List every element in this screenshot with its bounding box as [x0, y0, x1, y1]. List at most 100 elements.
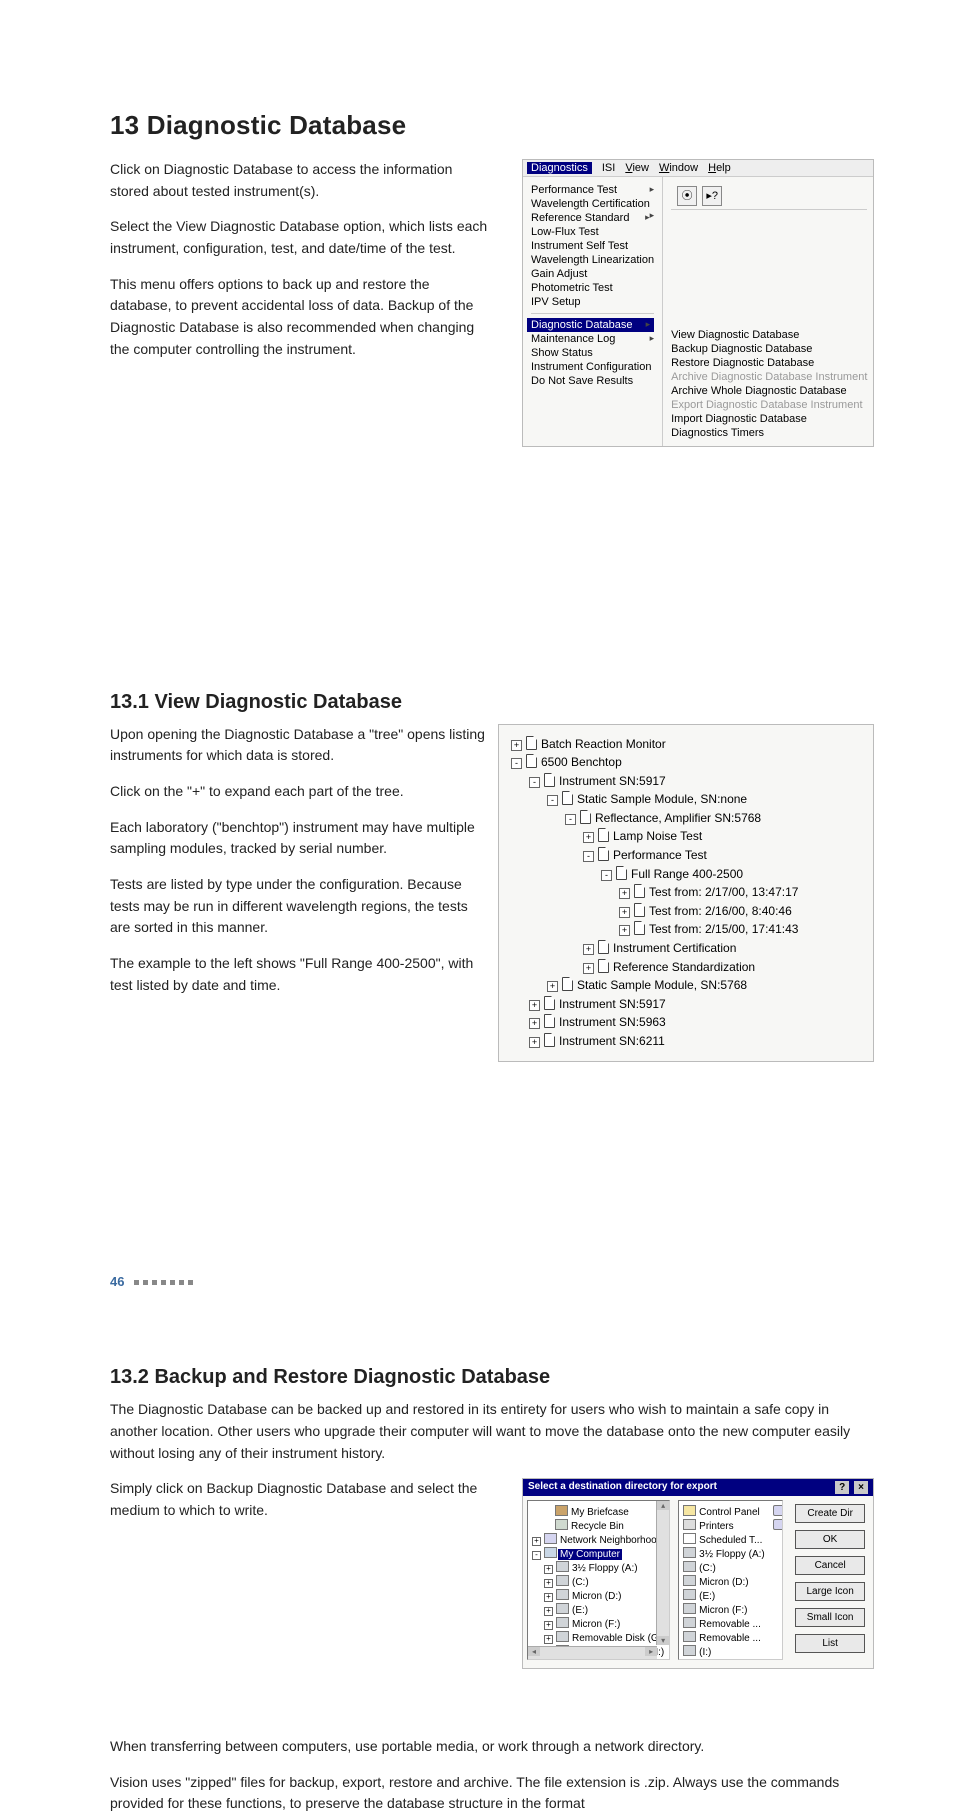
expand-toggle-icon[interactable]: +	[583, 963, 594, 974]
expand-toggle-icon[interactable]: +	[583, 832, 594, 843]
menu-item[interactable]: Diagnostics Timers	[671, 426, 867, 440]
toolbar-stop-icon[interactable]: ⦿	[677, 186, 697, 206]
folder-tree-item[interactable]: -My Computer	[532, 1547, 665, 1561]
list-item[interactable]: (I:)	[683, 1645, 765, 1659]
expand-toggle-icon[interactable]: +	[619, 888, 630, 899]
expand-toggle-icon[interactable]: +	[544, 1607, 553, 1616]
tree-node[interactable]: -Full Range 400-2500	[511, 865, 861, 884]
list-item[interactable]: (E:)	[683, 1589, 765, 1603]
list-item[interactable]: (K:)	[773, 1505, 784, 1519]
menu-help[interactable]: Help	[708, 162, 731, 174]
expand-toggle-icon[interactable]: +	[583, 944, 594, 955]
menu-item[interactable]: Show Status	[531, 346, 654, 360]
menu-item[interactable]: Performance Test	[531, 183, 654, 197]
menu-window[interactable]: Window	[659, 162, 698, 174]
tree-node[interactable]: +Instrument SN:6211	[511, 1032, 861, 1051]
menu-item[interactable]: Instrument Configuration	[531, 360, 654, 374]
menu-item[interactable]: Instrument Self Test	[531, 239, 654, 253]
expand-toggle-icon[interactable]: -	[583, 851, 594, 862]
menu-item[interactable]: Wavelength Certification	[531, 197, 654, 211]
menu-item[interactable]: Maintenance Log	[531, 332, 654, 346]
menu-item[interactable]: Wavelength Linearization	[531, 253, 654, 267]
tree-node[interactable]: +Test from: 2/15/00, 17:41:43	[511, 920, 861, 939]
dialog-mid-list[interactable]: Control PanelPrintersScheduled T...3½ Fl…	[678, 1500, 783, 1660]
tree-node[interactable]: +Static Sample Module, SN:5768	[511, 976, 861, 995]
menu-diagnostics[interactable]: Diagnostics	[527, 162, 592, 174]
list-item[interactable]: Removable ...	[683, 1617, 765, 1631]
menu-item[interactable]: Diagnostic Database	[527, 318, 654, 332]
folder-tree-item[interactable]: +Micron (D:)	[532, 1589, 665, 1603]
tree-node[interactable]: +Lamp Noise Test	[511, 827, 861, 846]
folder-tree-item[interactable]: +3½ Floppy (A:)	[532, 1561, 665, 1575]
tree-node[interactable]: -Performance Test	[511, 846, 861, 865]
expand-toggle-icon[interactable]: -	[529, 777, 540, 788]
menu-item[interactable]: Restore Diagnostic Database	[671, 356, 867, 370]
expand-toggle-icon[interactable]: +	[529, 1018, 540, 1029]
menu-item[interactable]: IPV Setup	[531, 295, 654, 309]
list-item[interactable]: Removable ...	[683, 1631, 765, 1645]
expand-toggle-icon[interactable]: +	[544, 1593, 553, 1602]
expand-toggle-icon[interactable]: -	[565, 814, 576, 825]
tree-node[interactable]: -Static Sample Module, SN:none	[511, 790, 861, 809]
expand-toggle-icon[interactable]: +	[544, 1635, 553, 1644]
list-item[interactable]: Printers	[683, 1519, 765, 1533]
expand-toggle-icon[interactable]: +	[619, 925, 630, 936]
folder-tree-item[interactable]: +Network Neighborhood	[532, 1533, 665, 1547]
list-item[interactable]: Scheduled T...	[683, 1533, 765, 1547]
tree-node[interactable]: +Instrument SN:5963	[511, 1013, 861, 1032]
menu-item[interactable]: Reference Standard	[531, 211, 654, 225]
expand-toggle-icon[interactable]: +	[511, 740, 522, 751]
folder-tree-item[interactable]: +(C:)	[532, 1575, 665, 1589]
expand-toggle-icon[interactable]: +	[529, 1000, 540, 1011]
menu-item[interactable]: Photometric Test	[531, 281, 654, 295]
folder-tree-item[interactable]: My Briefcase	[532, 1505, 665, 1519]
folder-tree-item[interactable]: +Removable Disk (G:)	[532, 1631, 665, 1645]
list-item[interactable]: (J:)	[683, 1659, 765, 1660]
list-item[interactable]: 3½ Floppy (A:)	[683, 1547, 765, 1561]
list-item[interactable]: Marketing on ...	[773, 1519, 784, 1533]
titlebar-help-icon[interactable]: ?	[835, 1481, 849, 1494]
expand-toggle-icon[interactable]: -	[601, 870, 612, 881]
menu-item[interactable]: Import Diagnostic Database	[671, 412, 867, 426]
tree-node[interactable]: +Batch Reaction Monitor	[511, 735, 861, 754]
menu-item[interactable]: Low-Flux Test	[531, 225, 654, 239]
tree-node[interactable]: +Test from: 2/17/00, 13:47:17	[511, 883, 861, 902]
scrollbar-vertical[interactable]	[656, 1501, 669, 1645]
expand-toggle-icon[interactable]: +	[547, 981, 558, 992]
list-item[interactable]: (C:)	[683, 1561, 765, 1575]
expand-toggle-icon[interactable]: +	[544, 1579, 553, 1588]
tree-node[interactable]: +Instrument SN:5917	[511, 995, 861, 1014]
tree-node[interactable]: +Reference Standardization	[511, 958, 861, 977]
folder-tree-item[interactable]: +(I:)	[532, 1659, 665, 1660]
menu-item[interactable]: Gain Adjust	[531, 267, 654, 281]
expand-toggle-icon[interactable]: -	[532, 1551, 541, 1560]
list-item[interactable]: Control Panel	[683, 1505, 765, 1519]
list-item[interactable]: Micron (F:)	[683, 1603, 765, 1617]
dialog-left-tree[interactable]: My BriefcaseRecycle Bin+Network Neighbor…	[527, 1500, 670, 1660]
menu-item[interactable]: Archive Whole Diagnostic Database	[671, 384, 867, 398]
dialog-button[interactable]: Create Dir	[795, 1504, 865, 1523]
menu-item[interactable]: Export Diagnostic Database Instrument	[671, 398, 867, 412]
titlebar-close-icon[interactable]: ×	[854, 1481, 868, 1494]
tree-node[interactable]: -Reflectance, Amplifier SN:5768	[511, 809, 861, 828]
menu-item[interactable]: Do Not Save Results	[531, 374, 654, 388]
toolbar-help-icon[interactable]: ▸?	[702, 186, 722, 206]
folder-tree-item[interactable]: +(E:)	[532, 1603, 665, 1617]
menu-item[interactable]: Archive Diagnostic Database Instrument	[671, 370, 867, 384]
dialog-button[interactable]: Small Icon	[795, 1608, 865, 1627]
menu-item[interactable]: Backup Diagnostic Database	[671, 342, 867, 356]
tree-node[interactable]: +Instrument Certification	[511, 939, 861, 958]
tree-node[interactable]: +Test from: 2/16/00, 8:40:46	[511, 902, 861, 921]
expand-toggle-icon[interactable]: -	[547, 795, 558, 806]
expand-toggle-icon[interactable]: +	[544, 1565, 553, 1574]
expand-toggle-icon[interactable]: +	[532, 1537, 541, 1546]
dialog-button[interactable]: List	[795, 1634, 865, 1653]
dialog-button[interactable]: Large Icon	[795, 1582, 865, 1601]
expand-toggle-icon[interactable]: +	[529, 1037, 540, 1048]
expand-toggle-icon[interactable]: +	[619, 907, 630, 918]
folder-tree-item[interactable]: +Micron (F:)	[532, 1617, 665, 1631]
expand-toggle-icon[interactable]: -	[511, 758, 522, 769]
tree-node[interactable]: -6500 Benchtop	[511, 753, 861, 772]
dialog-button[interactable]: OK	[795, 1530, 865, 1549]
menu-view[interactable]: View	[625, 162, 649, 174]
